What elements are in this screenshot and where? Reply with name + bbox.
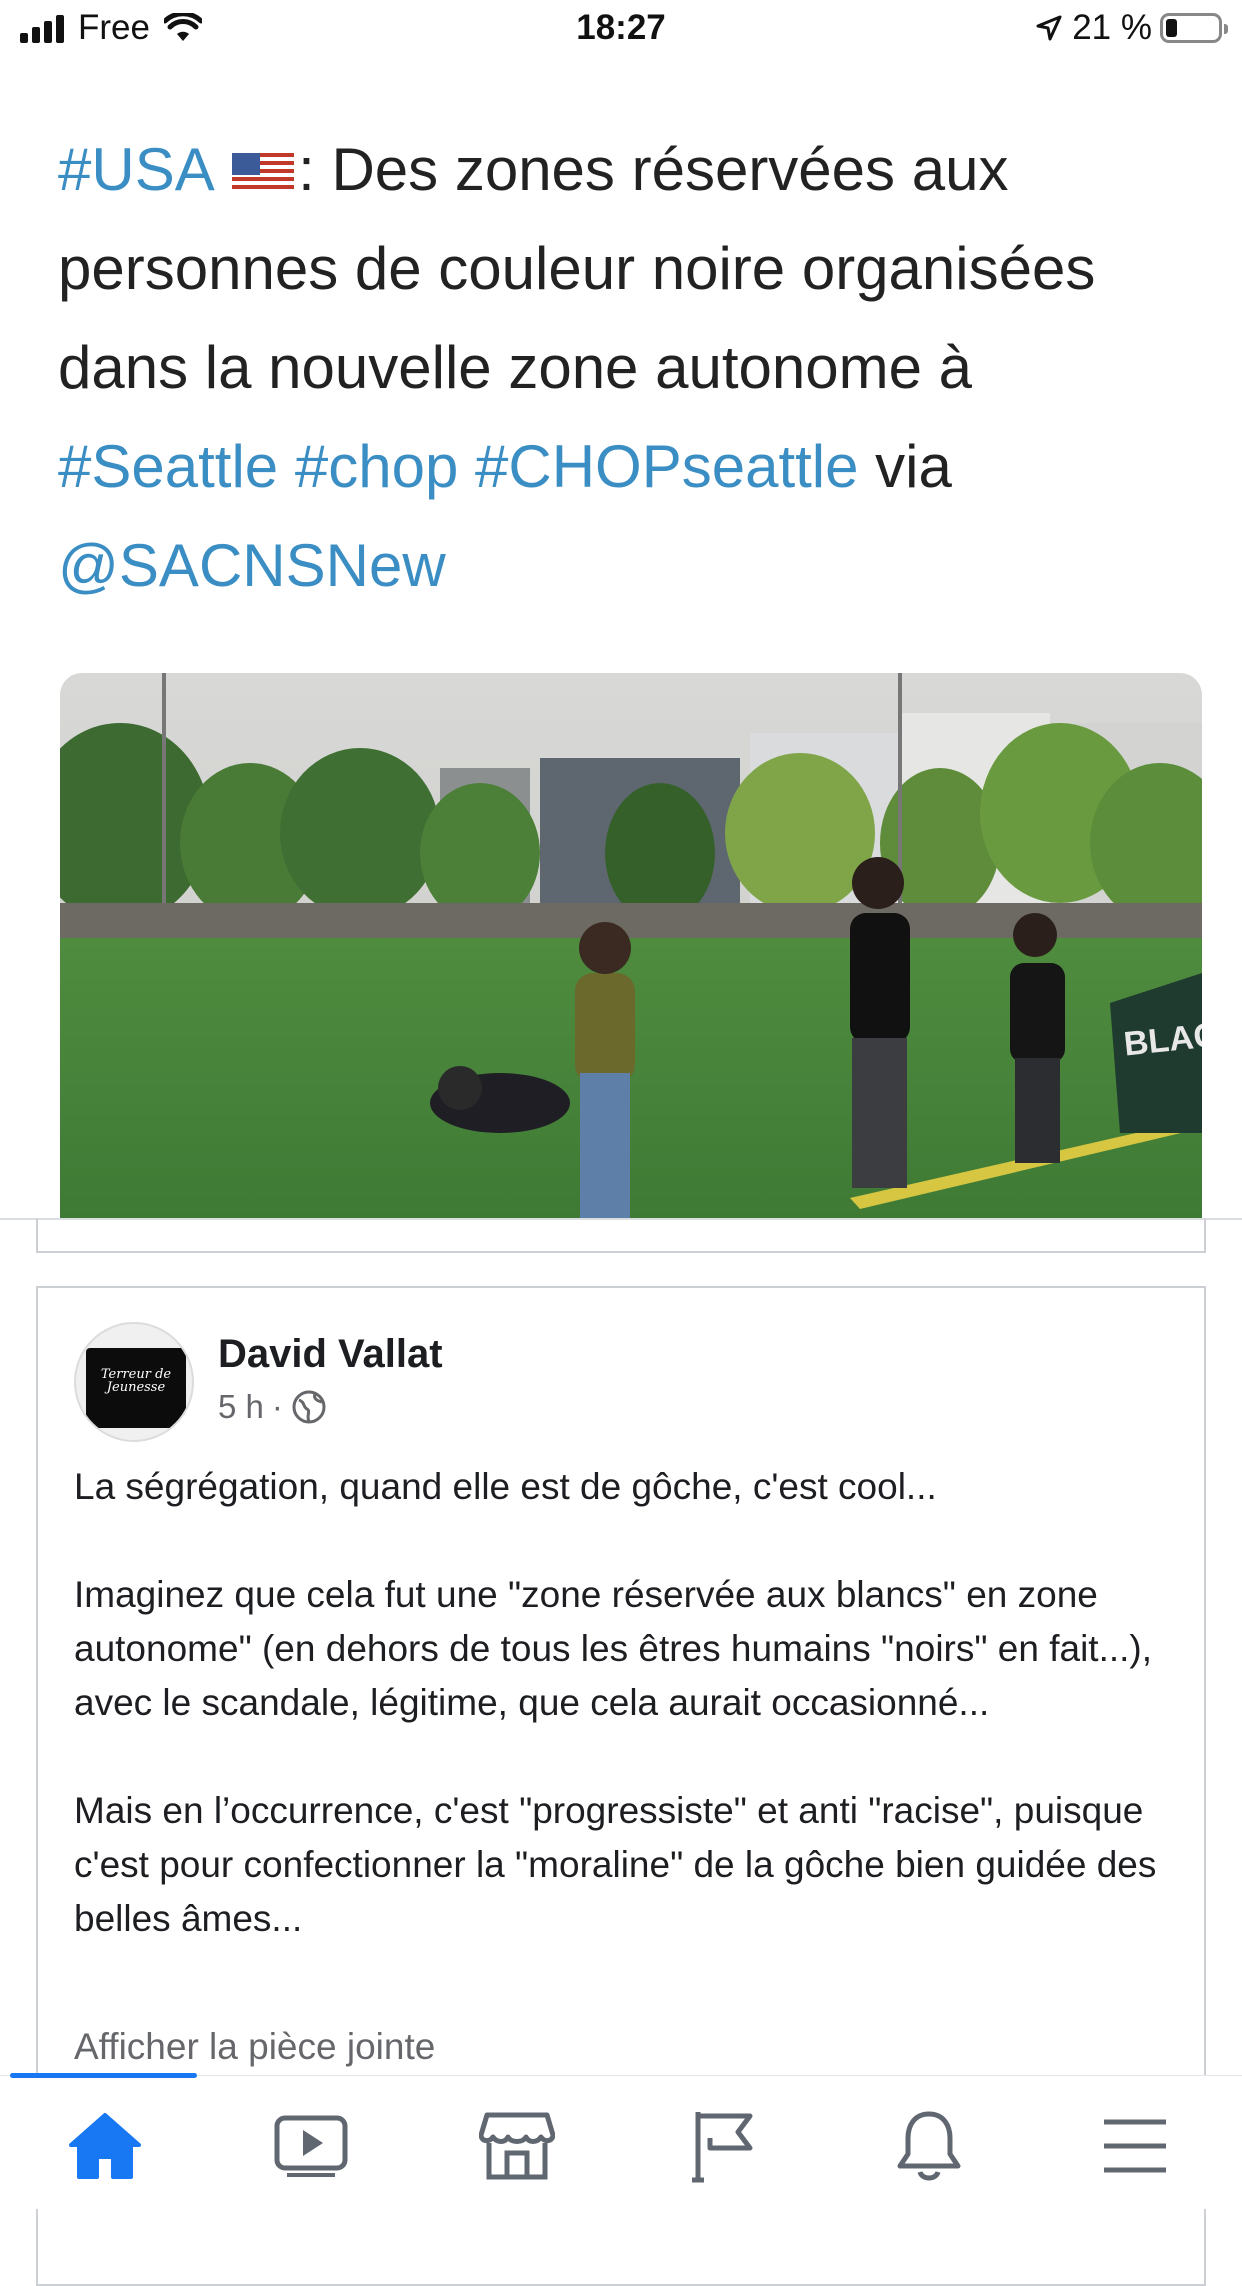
tweet-via-text: via <box>858 433 952 500</box>
hashtag-seattle[interactable]: #Seattle <box>58 433 278 500</box>
hashtag-chop[interactable]: #chop <box>295 433 458 500</box>
tweet-body-text: : Des zones réservées aux personnes de c… <box>58 136 1096 401</box>
home-icon <box>69 2113 141 2179</box>
menu-icon <box>1104 2119 1166 2173</box>
post-paragraph: Mais en l’occurrence, c'est "progressist… <box>74 1790 1157 1939</box>
nav-pages[interactable] <box>678 2106 768 2186</box>
pages-flag-icon <box>692 2112 753 2183</box>
active-tab-indicator <box>10 2073 197 2078</box>
park-scene-image: BLACK <box>60 673 1202 1219</box>
post-paragraph: La ségrégation, quand elle est de gôche,… <box>74 1466 937 1507</box>
status-bar: Free 18:27 21 % <box>0 0 1242 62</box>
tweet-text: #USA : Des zones réservées aux personnes… <box>58 120 1208 615</box>
nav-marketplace[interactable] <box>472 2106 562 2186</box>
hashtag-chopseattle[interactable]: #CHOPseattle <box>475 433 859 500</box>
post-timestamp[interactable]: 5 h <box>218 1388 264 1426</box>
status-right: 21 % <box>1036 8 1228 48</box>
post-meta: 5 h · <box>218 1388 327 1426</box>
battery-level <box>1166 19 1177 37</box>
avatar-logo-text: Terreur de Jeunesse <box>90 1368 182 1394</box>
hashtag-usa[interactable]: #USA <box>58 136 211 203</box>
post-paragraph: Imaginez que cela fut une "zone réservée… <box>74 1574 1153 1723</box>
location-arrow-icon <box>1036 15 1062 41</box>
globe-icon <box>292 1390 326 1424</box>
avatar[interactable]: Terreur de Jeunesse <box>74 1322 194 1442</box>
nav-menu[interactable] <box>1090 2106 1180 2186</box>
mention-sacnsnew[interactable]: @SACNSNew <box>58 532 446 599</box>
post-body: La ségrégation, quand elle est de gôche,… <box>74 1460 1184 2000</box>
meta-separator: · <box>271 1388 283 1425</box>
video-icon <box>274 2115 348 2177</box>
avatar-logo-line-2: Jeunesse <box>106 1380 166 1395</box>
battery-percentage: 21 % <box>1072 8 1152 47</box>
nav-notifications[interactable] <box>884 2106 974 2186</box>
show-attachment-link[interactable]: Afficher la pièce jointe <box>74 2026 435 2068</box>
nav-home[interactable] <box>60 2106 150 2186</box>
tweet-photo[interactable]: BLACK <box>60 673 1202 1219</box>
nav-video[interactable] <box>266 2106 356 2186</box>
us-flag-icon <box>232 153 295 193</box>
shared-card-frame <box>36 1218 1206 1253</box>
marketplace-icon <box>479 2112 555 2180</box>
notifications-bell-icon <box>897 2111 961 2181</box>
author-name[interactable]: David Vallat <box>218 1332 443 1377</box>
battery-icon <box>1160 13 1228 43</box>
bottom-navigation <box>0 2073 1242 2209</box>
